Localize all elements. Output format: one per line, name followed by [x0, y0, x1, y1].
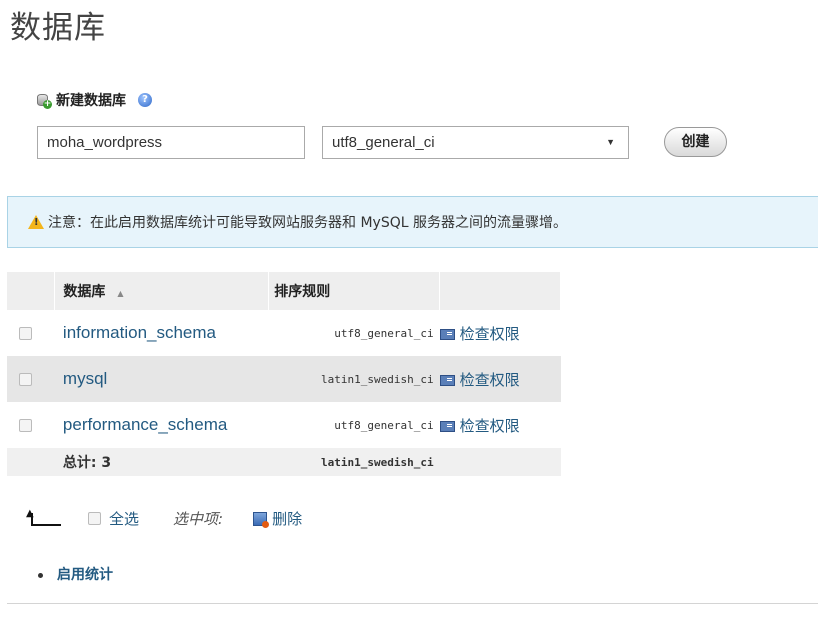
- with-selected-label: 选中项:: [173, 510, 224, 528]
- notice-text: 注意：在此启用数据库统计可能导致网站服务器和 MySQL 服务器之间的流量骤增。: [48, 215, 567, 231]
- privileges-icon: [439, 420, 455, 432]
- database-link[interactable]: mysql: [63, 369, 107, 388]
- table-row: mysql latin1_swedish_ci 检查权限: [7, 356, 561, 402]
- create-database-title: 新建数据库: [56, 93, 126, 109]
- total-count: 总计: 3: [62, 455, 112, 471]
- collation-select-value: utf8_general_ci: [332, 134, 435, 151]
- privileges-icon: [439, 328, 455, 340]
- create-button[interactable]: 创建: [664, 127, 727, 157]
- help-icon[interactable]: ?: [138, 93, 152, 107]
- database-name-input[interactable]: moha_wordpress: [37, 126, 305, 159]
- stats-notice: ! 注意：在此启用数据库统计可能导致网站服务器和 MySQL 服务器之间的流量骤…: [7, 196, 818, 248]
- row-checkbox[interactable]: [19, 418, 32, 432]
- table-row: information_schema utf8_general_ci 检查权限: [7, 310, 561, 356]
- check-privileges-link[interactable]: 检查权限: [439, 371, 520, 389]
- bullet-icon: [38, 572, 43, 578]
- select-all-label[interactable]: 全选: [109, 508, 139, 529]
- select-all-checkbox[interactable]: [88, 512, 101, 525]
- check-privileges-link[interactable]: 检查权限: [439, 417, 520, 435]
- collation-cell: latin1_swedish_ci: [321, 372, 434, 386]
- page-title: 数据库: [10, 10, 106, 46]
- privileges-icon: [439, 374, 455, 386]
- collation-cell: utf8_general_ci: [334, 326, 434, 340]
- create-database-heading: + 新建数据库 ?: [36, 90, 152, 110]
- table-footer-row: 总计: 3 latin1_swedish_ci: [7, 448, 561, 476]
- database-table: 数据库 ▲ 排序规则 information_schema utf8_genera…: [7, 272, 561, 476]
- arrow-up-icon: ▲: [26, 508, 64, 529]
- dropdown-arrow-icon: ▼: [606, 137, 615, 147]
- database-link[interactable]: information_schema: [63, 323, 216, 342]
- row-checkbox[interactable]: [19, 326, 32, 340]
- warning-icon: !: [28, 215, 44, 229]
- delete-button[interactable]: 删除: [272, 508, 302, 529]
- divider: [7, 603, 818, 604]
- table-row: performance_schema utf8_general_ci 检查权限: [7, 402, 561, 448]
- collation-select[interactable]: utf8_general_ci ▼: [322, 126, 629, 159]
- sort-ascending-icon: ▲: [117, 289, 124, 298]
- column-header-collation[interactable]: 排序规则: [268, 272, 441, 310]
- new-database-icon: +: [36, 93, 52, 109]
- table-header-row: 数据库 ▲ 排序规则: [7, 272, 561, 310]
- check-privileges-link[interactable]: 检查权限: [439, 325, 520, 343]
- delete-icon: [253, 511, 270, 528]
- row-checkbox[interactable]: [19, 372, 32, 386]
- column-header-database[interactable]: 数据库 ▲: [54, 272, 270, 310]
- enable-statistics-link[interactable]: 启用统计: [57, 567, 113, 583]
- collation-cell: utf8_general_ci: [334, 418, 434, 432]
- enable-statistics-item: 启用统计: [38, 564, 113, 584]
- default-collation: latin1_swedish_ci: [321, 455, 434, 469]
- bulk-actions: ▲ 全选 选中项: 删除: [26, 508, 302, 529]
- database-link[interactable]: performance_schema: [63, 415, 227, 434]
